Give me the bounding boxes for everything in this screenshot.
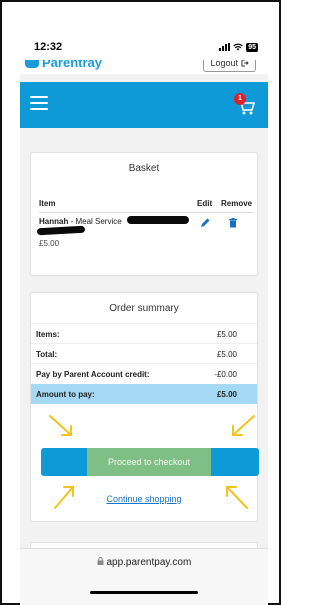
logout-button[interactable]: Logout — [203, 60, 256, 72]
redaction-mark — [127, 216, 189, 224]
brand-name: Parentray — [42, 60, 102, 70]
redaction-mark — [36, 225, 86, 236]
lock-icon — [97, 557, 104, 565]
status-icons: 95 — [219, 42, 258, 52]
summary-label: Pay by Parent Account credit: — [36, 370, 150, 379]
column-remove: Remove — [221, 199, 253, 208]
summary-label: Total: — [36, 350, 58, 359]
nav-bar: 1 — [20, 82, 268, 128]
summary-value: £5.00 — [216, 390, 237, 399]
column-edit: Edit — [197, 199, 213, 208]
cart-button[interactable]: 1 — [234, 93, 256, 116]
pencil-icon[interactable] — [199, 217, 211, 229]
screenshot-frame: 12:32 95 Parentray Logout 1 Basket Item … — [0, 0, 281, 605]
site-header: Parentray Logout — [20, 60, 268, 74]
status-time: 12:32 — [34, 41, 63, 53]
wifi-icon — [233, 43, 244, 51]
home-indicator[interactable] — [90, 591, 198, 594]
continue-shopping-link[interactable]: Continue shopping — [31, 494, 257, 504]
battery-icon: 95 — [246, 42, 258, 52]
basket-item-price: £5.00 — [39, 239, 60, 248]
logout-label: Logout — [210, 60, 238, 68]
summary-row-total: Total: £5.00 — [31, 343, 257, 363]
divider — [39, 212, 253, 213]
child-name: Hannah — [39, 217, 69, 226]
brand-logo-icon — [25, 60, 39, 68]
phone-screen: 12:32 95 Parentray Logout 1 Basket Item … — [20, 34, 268, 605]
signal-icon — [219, 43, 231, 51]
browser-address-bar[interactable]: app.parentpay.com — [20, 548, 268, 605]
hamburger-menu-icon[interactable] — [30, 96, 48, 112]
summary-label: Items: — [36, 330, 60, 339]
order-summary-title: Order summary — [109, 303, 179, 314]
proceed-to-checkout-button[interactable]: Proceed to checkout — [41, 448, 259, 476]
status-bar: 12:32 95 — [20, 34, 268, 60]
checkout-button-label: Proceed to checkout — [87, 448, 211, 476]
summary-row-items: Items: £5.00 — [31, 323, 257, 343]
summary-row-credit: Pay by Parent Account credit: -£0.00 — [31, 363, 257, 383]
basket-item-row: Hannah - Meal Service £5.00 — [36, 216, 253, 261]
summary-label: Amount to pay: — [36, 390, 95, 399]
basket-table-header: Item Edit Remove — [39, 199, 253, 211]
logout-icon — [241, 60, 249, 67]
trash-icon[interactable] — [227, 217, 239, 229]
item-description: - Meal Service — [68, 217, 122, 226]
basket-card: Basket Item Edit Remove Hannah - Meal Se… — [30, 152, 258, 276]
basket-item-name: Hannah - Meal Service — [39, 217, 122, 226]
column-item: Item — [39, 199, 56, 208]
url-text: app.parentpay.com — [106, 557, 192, 568]
url-display: app.parentpay.com — [20, 557, 268, 568]
summary-value: £5.00 — [216, 330, 237, 339]
cart-count-badge: 1 — [234, 93, 246, 105]
summary-value: -£0.00 — [214, 370, 237, 379]
summary-value: £5.00 — [216, 350, 237, 359]
order-summary-card: Order summary Items: £5.00 Total: £5.00 … — [30, 292, 259, 522]
basket-title: Basket — [128, 163, 160, 174]
summary-row-amount-to-pay: Amount to pay: £5.00 — [31, 384, 257, 404]
